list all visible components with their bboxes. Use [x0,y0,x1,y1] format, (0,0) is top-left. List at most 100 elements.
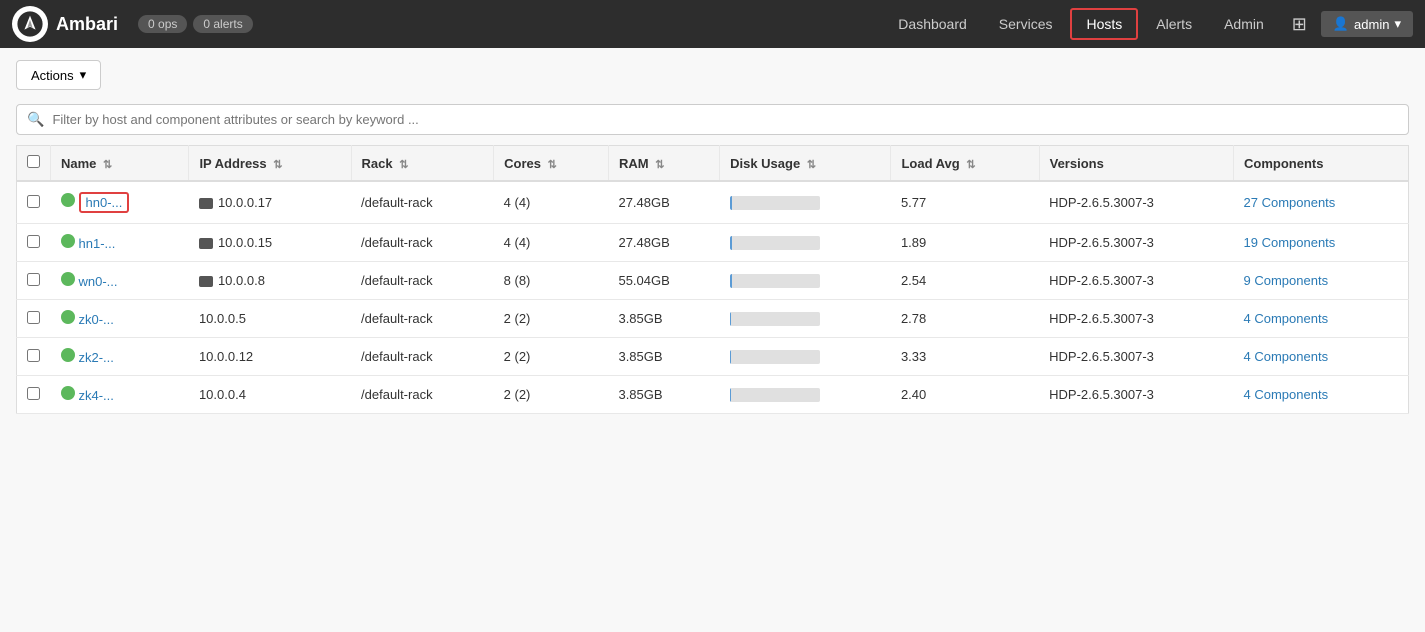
col-ip[interactable]: IP Address ⇅ [189,146,351,182]
row-rack-cell: /default-rack [351,300,494,338]
row-checkbox[interactable] [27,349,40,362]
row-ram-cell: 3.85GB [608,338,719,376]
hdd-icon [199,238,213,249]
row-version-cell: HDP-2.6.5.3007-3 [1039,181,1233,224]
col-cores[interactable]: Cores ⇅ [494,146,609,182]
row-version-cell: HDP-2.6.5.3007-3 [1039,300,1233,338]
nav-dashboard[interactable]: Dashboard [884,10,981,38]
components-link[interactable]: 4 Components [1244,311,1329,326]
navbar: Ambari 0 ops 0 alerts Dashboard Services… [0,0,1425,48]
grid-icon[interactable]: ⊞ [1282,8,1317,41]
disk-bar-container [730,388,820,402]
row-checkbox[interactable] [27,235,40,248]
status-icon [61,386,75,400]
row-rack-cell: /default-rack [351,181,494,224]
disk-bar-container [730,196,820,210]
disk-bar-fill [730,236,733,250]
select-all-header [17,146,51,182]
components-link[interactable]: 4 Components [1244,387,1329,402]
components-link[interactable]: 27 Components [1244,195,1336,210]
table-row: zk4-...10.0.0.4/default-rack2 (2)3.85GB2… [17,376,1409,414]
row-ram-cell: 55.04GB [608,262,719,300]
actions-button[interactable]: Actions ▾ [16,60,101,90]
row-name-cell: zk2-... [51,338,189,376]
status-icon [61,348,75,362]
row-name-cell: wn0-... [51,262,189,300]
sort-load-icon: ⇅ [966,159,975,171]
disk-bar-fill [730,274,733,288]
row-rack-cell: /default-rack [351,338,494,376]
host-link[interactable]: zk0-... [79,312,114,327]
user-label: admin [1354,17,1389,32]
user-icon: 👤 [1333,16,1349,32]
nav-badges: 0 ops 0 alerts [138,15,253,33]
nav-hosts[interactable]: Hosts [1070,8,1138,40]
col-ram[interactable]: RAM ⇅ [608,146,719,182]
row-disk-cell [720,262,891,300]
filter-bar: 🔍 [16,104,1409,135]
status-icon [61,193,75,207]
status-icon [61,234,75,248]
row-load-cell: 2.78 [891,300,1039,338]
sort-disk-icon: ⇅ [807,159,816,171]
row-components-cell: 4 Components [1234,376,1409,414]
ops-badge[interactable]: 0 ops [138,15,187,33]
components-link[interactable]: 9 Components [1244,273,1329,288]
host-link[interactable]: hn1-... [79,236,116,251]
table-row: zk0-...10.0.0.5/default-rack2 (2)3.85GB2… [17,300,1409,338]
row-ip-cell: 10.0.0.12 [189,338,351,376]
row-cores-cell: 4 (4) [494,224,609,262]
table-header-row: Name ⇅ IP Address ⇅ Rack ⇅ Cores ⇅ RAM [17,146,1409,182]
row-load-cell: 3.33 [891,338,1039,376]
sort-cores-icon: ⇅ [548,159,557,171]
select-all-checkbox[interactable] [27,155,40,168]
row-components-cell: 9 Components [1234,262,1409,300]
row-disk-cell [720,181,891,224]
brand-logo [12,6,48,42]
col-load[interactable]: Load Avg ⇅ [891,146,1039,182]
row-disk-cell [720,338,891,376]
host-link[interactable]: zk4-... [79,388,114,403]
col-disk[interactable]: Disk Usage ⇅ [720,146,891,182]
row-ip-cell: 10.0.0.4 [189,376,351,414]
row-cores-cell: 4 (4) [494,181,609,224]
main-content: Actions ▾ 🔍 Name ⇅ IP Address ⇅ [0,48,1425,632]
host-link[interactable]: hn0-... [79,192,130,213]
row-version-cell: HDP-2.6.5.3007-3 [1039,376,1233,414]
row-checkbox[interactable] [27,387,40,400]
disk-bar-container [730,350,820,364]
row-checkbox[interactable] [27,195,40,208]
row-checkbox[interactable] [27,273,40,286]
row-version-cell: HDP-2.6.5.3007-3 [1039,262,1233,300]
sort-ip-icon: ⇅ [273,159,282,171]
brand: Ambari [12,6,118,42]
nav-admin[interactable]: Admin [1210,10,1278,38]
row-cores-cell: 8 (8) [494,262,609,300]
row-version-cell: HDP-2.6.5.3007-3 [1039,224,1233,262]
host-link[interactable]: zk2-... [79,350,114,365]
row-checkbox-cell [17,181,51,224]
row-load-cell: 2.54 [891,262,1039,300]
col-rack[interactable]: Rack ⇅ [351,146,494,182]
actions-dropdown-icon: ▾ [80,67,87,83]
components-link[interactable]: 19 Components [1244,235,1336,250]
alerts-badge[interactable]: 0 alerts [193,15,252,33]
nav-services[interactable]: Services [985,10,1067,38]
table-row: zk2-... 10.0.0.12/default-rack2 (2)3.85GB… [17,338,1409,376]
sort-name-icon: ⇅ [103,159,112,171]
row-checkbox-cell [17,300,51,338]
row-name-cell: hn0-... [51,181,189,224]
row-checkbox-cell [17,224,51,262]
user-menu-button[interactable]: 👤 admin ▾ [1321,11,1413,37]
nav-alerts[interactable]: Alerts [1142,10,1206,38]
host-link[interactable]: wn0-... [79,274,118,289]
row-cores-cell: 2 (2) [494,338,609,376]
row-name-cell: zk4-... [51,376,189,414]
col-components: Components [1234,146,1409,182]
row-ip-cell: 10.0.0.5 [189,300,351,338]
row-disk-cell [720,376,891,414]
row-checkbox[interactable] [27,311,40,324]
components-link[interactable]: 4 Components [1244,349,1329,364]
filter-input[interactable] [52,112,1398,127]
col-name[interactable]: Name ⇅ [51,146,189,182]
